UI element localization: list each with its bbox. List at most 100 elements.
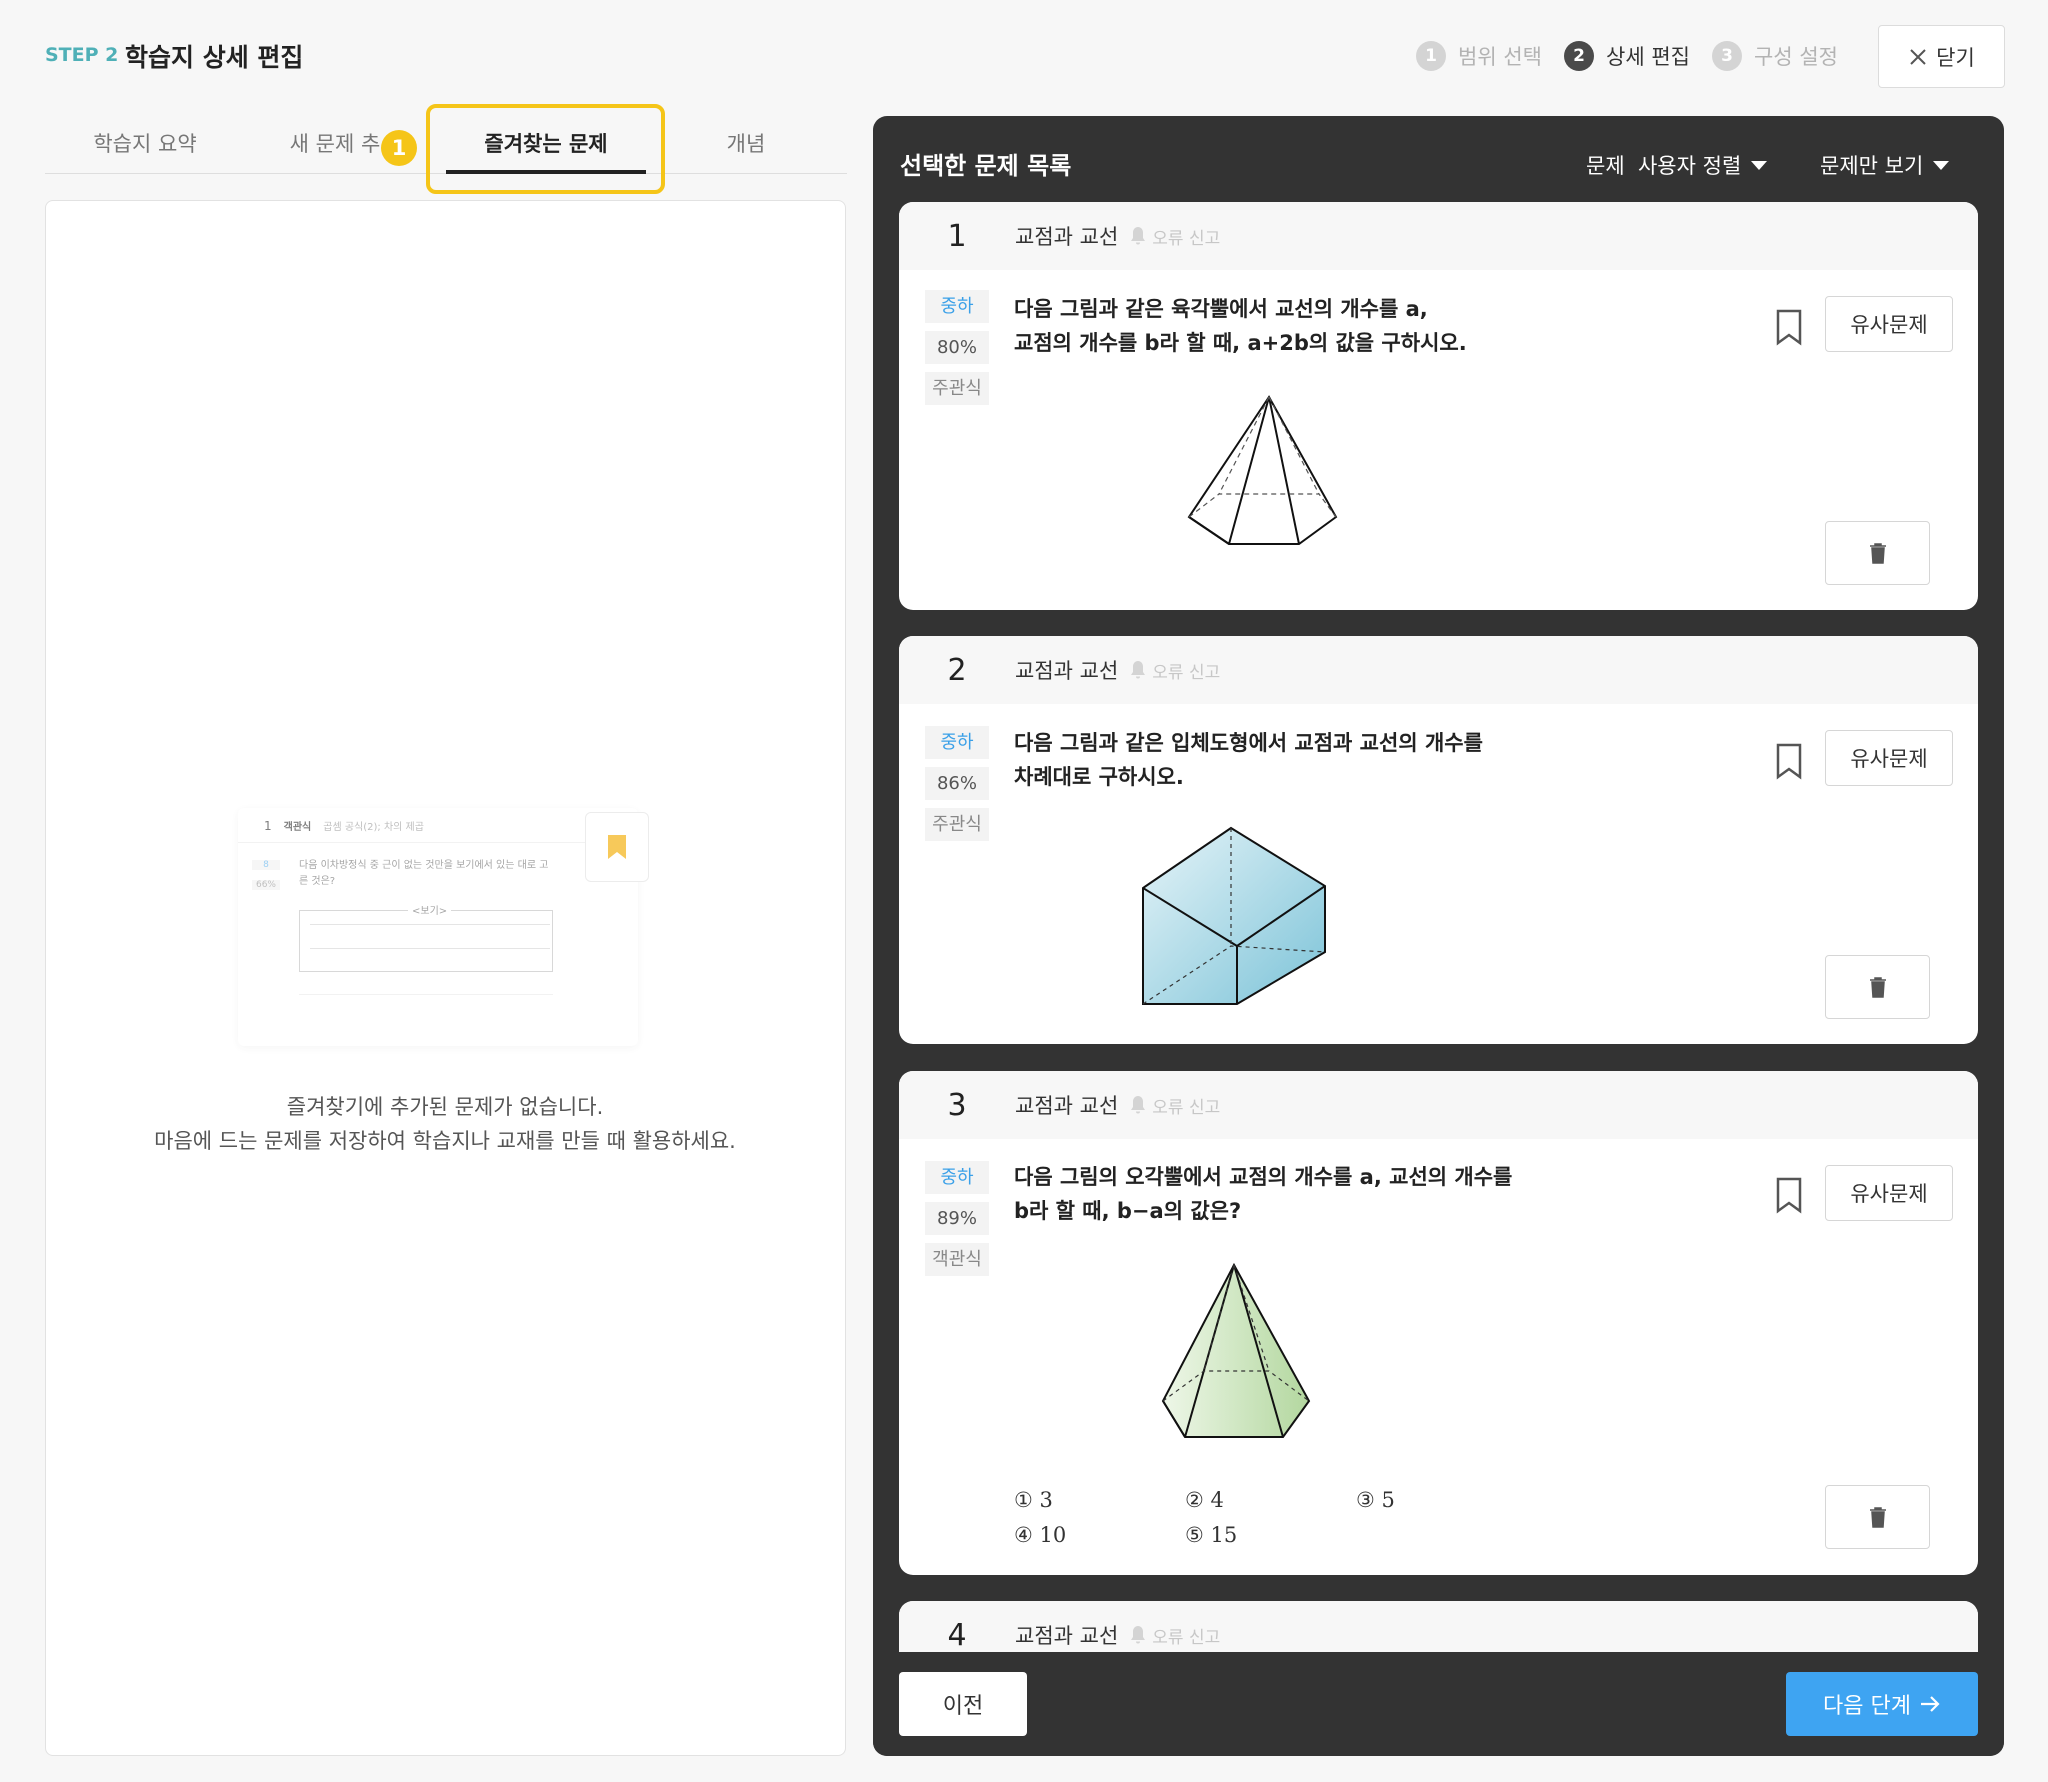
report-error-link[interactable]: 오류 신고 [1130,658,1220,683]
problem-text-line: 교점의 개수를 b라 할 때, a+2b의 값을 구하시오. [1014,331,1467,355]
report-error-link[interactable]: 오류 신고 [1130,1623,1220,1648]
next-step-button[interactable]: 다음 단계 [1786,1672,1978,1736]
step-number: 1 [1416,41,1446,71]
trash-icon [1869,1507,1886,1528]
problem-topic: 교점과 교선 [1015,1624,1119,1648]
problem-meta: 중하 86% 주관식 [925,726,989,841]
choice-1: ① 3 [1014,1488,1053,1512]
bell-icon [1131,1096,1146,1114]
view-dropdown[interactable]: 문제만 보기 [1820,150,1950,180]
bookmark-filled-icon [608,835,626,859]
type-badge: 객관식 [925,1243,989,1276]
close-icon [1910,48,1926,65]
problem-text: 다음 그림과 같은 육각뿔에서 교선의 개수를 a, 교점의 개수를 b라 할 … [1014,292,1467,360]
step-3: 3 구성 설정 [1712,38,1838,74]
bookmark-icon[interactable] [1772,1175,1806,1215]
step-label: 범위 선택 [1458,45,1542,69]
step-label: 상세 편집 [1606,45,1690,69]
similar-problem-button[interactable]: 유사문제 [1825,1165,1953,1221]
selected-problems-title: 선택한 문제 목록 [900,152,1072,180]
problem-text-line: 다음 그림과 같은 입체도형에서 교점과 교선의 개수를 [1014,731,1483,755]
similar-problem-button[interactable]: 유사문제 [1825,296,1953,352]
delete-button[interactable] [1825,521,1930,585]
type-badge: 주관식 [925,372,989,405]
bell-icon [1131,227,1146,245]
difficulty-badge: 중하 [925,290,989,323]
type-badge: 주관식 [925,808,989,841]
tab-concept[interactable]: 개념 [690,128,802,158]
problem-number: 4 [947,1617,967,1653]
step-tag: STEP 2 [45,44,119,66]
solid-figure [1142,826,1326,1005]
accuracy-badge: 86% [925,767,989,800]
problem-meta: 중하 80% 주관식 [925,290,989,405]
accuracy-badge: 80% [925,331,989,364]
thumb-bookmark [585,812,649,882]
problem-text-line: 다음 그림과 같은 육각뿔에서 교선의 개수를 a, [1014,297,1428,321]
problem-topic: 교점과 교선 [1015,659,1119,683]
step-label: 구성 설정 [1754,45,1838,69]
problem-card-2: 2 교점과 교선 오류 신고 중하 86% 주관식 다음 그림과 같은 입체도형… [899,636,1978,1044]
choice-2: ② 4 [1185,1488,1224,1512]
report-error-link[interactable]: 오류 신고 [1130,224,1220,249]
difficulty-badge: 중하 [925,1161,989,1194]
problem-text-line: b라 할 때, b−a의 값은? [1014,1199,1242,1223]
bookmark-icon[interactable] [1772,307,1806,347]
previous-button[interactable]: 이전 [899,1672,1027,1736]
hexagonal-pyramid-figure [1187,395,1338,545]
page-title: 학습지 상세 편집 [125,43,304,72]
caret-down-icon [1933,160,1950,170]
thumb-level: 8 [252,860,280,870]
empty-state-illustration: 1 객관식 곱셈 공식(2); 차의 제곱 8 66% 다음 이차방정식 중 근… [238,808,638,1046]
problem-topic: 교점과 교선 [1015,1094,1119,1118]
thumb-num: 1 [264,818,272,833]
step-1: 1 범위 선택 [1416,38,1542,74]
thumb-pct: 66% [252,880,280,890]
tab-worksheet-summary[interactable]: 학습지 요약 [70,128,220,158]
problem-topic: 교점과 교선 [1015,225,1119,249]
next-step-label: 다음 단계 [1823,1694,1911,1719]
pentagonal-pyramid-figure [1161,1262,1311,1438]
problem-text-line: 차례대로 구하시오. [1014,765,1184,789]
report-label: 오류 신고 [1152,662,1221,683]
step-number: 2 [1564,41,1594,71]
choice-3: ③ 5 [1356,1488,1395,1512]
problem-number: 2 [947,652,967,688]
sort-label: 문제 사용자 정렬 [1586,154,1742,178]
card-header: 2 교점과 교선 오류 신고 [899,636,1978,704]
card-header: 3 교점과 교선 오류 신고 [899,1071,1978,1139]
similar-problem-button[interactable]: 유사문제 [1825,730,1953,786]
report-label: 오류 신고 [1152,228,1221,249]
close-label: 닫기 [1936,45,1975,70]
bookmark-icon[interactable] [1772,741,1806,781]
delete-button[interactable] [1825,955,1930,1019]
highlight-box [426,104,665,194]
problem-text: 다음 그림의 오각뿔에서 교점의 개수를 a, 교선의 개수를 b라 할 때, … [1014,1160,1512,1228]
thumb-type: 객관식 [283,822,312,833]
bell-icon [1131,661,1146,679]
thumb-topic: 곱셈 공식(2); 차의 제곱 [323,822,424,833]
caret-down-icon [1751,160,1768,170]
close-button[interactable]: 닫기 [1878,25,2005,88]
accuracy-badge: 89% [925,1202,989,1235]
empty-message: 즐겨찾기에 추가된 문제가 없습니다. 마음에 드는 문제를 저장하여 학습지나… [100,1090,790,1158]
report-label: 오류 신고 [1152,1627,1221,1648]
choice-5: ⑤ 15 [1185,1523,1238,1547]
empty-message-line2: 마음에 드는 문제를 저장하여 학습지나 교재를 만들 때 활용하세요. [154,1129,736,1153]
arrow-right-icon [1920,1696,1940,1712]
sort-dropdown[interactable]: 문제 사용자 정렬 [1586,150,1768,180]
report-error-link[interactable]: 오류 신고 [1130,1093,1220,1118]
empty-message-line1: 즐겨찾기에 추가된 문제가 없습니다. [286,1095,604,1119]
report-label: 오류 신고 [1152,1097,1221,1118]
choice-4: ④ 10 [1014,1523,1067,1547]
problem-number: 3 [947,1087,967,1123]
step-2: 2 상세 편집 [1564,38,1690,74]
view-label: 문제만 보기 [1820,154,1924,178]
problem-text: 다음 그림과 같은 입체도형에서 교점과 교선의 개수를 차례대로 구하시오. [1014,726,1483,794]
bell-icon [1131,1626,1146,1644]
thumb-text: 다음 이차방정식 중 근이 없는 것만을 보기에서 있는 대로 고른 것은? [299,860,549,887]
problem-meta: 중하 89% 객관식 [925,1161,989,1276]
step-number: 3 [1712,41,1742,71]
delete-button[interactable] [1825,1485,1930,1549]
problem-card-3: 3 교점과 교선 오류 신고 중하 89% 객관식 다음 그림의 오각뿔에서 교… [899,1071,1978,1575]
